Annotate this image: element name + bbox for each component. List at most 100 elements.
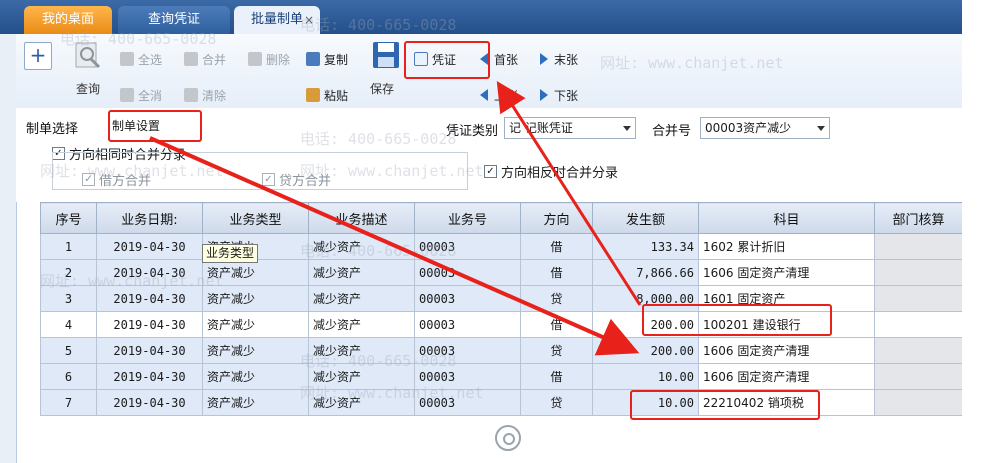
- debit-merge-checkbox[interactable]: ✓ 借方合并: [82, 170, 151, 189]
- cell-no[interactable]: 3: [40, 285, 97, 312]
- col-header-desc[interactable]: 业务描述: [308, 202, 415, 234]
- opposite-direction-merge-checkbox[interactable]: ✓ 方向相反时合并分录: [484, 162, 618, 181]
- cell-subject[interactable]: 1606 固定资产清理: [698, 259, 875, 286]
- cell-department[interactable]: [874, 363, 963, 390]
- table-row[interactable]: 7 2019-04-30 资产减少 减少资产 00003 贷 10.00 222…: [40, 389, 963, 416]
- cell-direction[interactable]: 借: [520, 259, 593, 286]
- col-header-direction[interactable]: 方向: [520, 202, 593, 234]
- credit-merge-checkbox[interactable]: ✓ 贷方合并: [262, 170, 331, 189]
- add-icon[interactable]: +: [24, 42, 52, 70]
- col-header-subject[interactable]: 科目: [698, 202, 875, 234]
- cell-date[interactable]: 2019-04-30: [96, 337, 203, 364]
- cell-type[interactable]: 资产减少: [202, 259, 309, 286]
- clear-button[interactable]: 清除: [184, 86, 226, 104]
- cell-subject[interactable]: 1606 固定资产清理: [698, 363, 875, 390]
- col-header-date[interactable]: 业务日期:: [96, 202, 203, 234]
- table-row[interactable]: 2 2019-04-30 资产减少 减少资产 00003 借 7,866.66 …: [40, 259, 963, 286]
- cell-date[interactable]: 2019-04-30: [96, 233, 203, 260]
- cell-department[interactable]: [874, 389, 963, 416]
- cell-date[interactable]: 2019-04-30: [96, 311, 203, 338]
- cell-direction[interactable]: 贷: [520, 285, 593, 312]
- cell-date[interactable]: 2019-04-30: [96, 363, 203, 390]
- cell-desc[interactable]: 减少资产: [308, 259, 415, 286]
- cell-no[interactable]: 6: [40, 363, 97, 390]
- cell-subject[interactable]: 1601 固定资产: [698, 285, 875, 312]
- cell-subject[interactable]: 1602 累计折旧: [698, 233, 875, 260]
- cell-direction[interactable]: 借: [520, 233, 593, 260]
- merge-button[interactable]: 合并: [184, 50, 226, 68]
- tab-query-voucher[interactable]: 查询凭证: [118, 6, 230, 34]
- cell-no[interactable]: 1: [40, 233, 97, 260]
- merge-no-select[interactable]: 00003资产减少: [700, 117, 830, 139]
- cell-amount[interactable]: 200.00: [592, 337, 699, 364]
- cell-date[interactable]: 2019-04-30: [96, 285, 203, 312]
- col-header-bizno[interactable]: 业务号: [414, 202, 521, 234]
- cell-amount[interactable]: 10.00: [592, 363, 699, 390]
- cell-no[interactable]: 7: [40, 389, 97, 416]
- cell-bizno[interactable]: 00003: [414, 233, 521, 260]
- voucher-button[interactable]: 凭证: [414, 50, 456, 68]
- cell-desc[interactable]: 减少资产: [308, 337, 415, 364]
- cell-bizno[interactable]: 00003: [414, 259, 521, 286]
- select-all-button[interactable]: 全选: [120, 50, 162, 68]
- col-header-department[interactable]: 部门核算: [874, 202, 963, 234]
- copy-button[interactable]: 复制: [306, 50, 348, 68]
- cell-amount[interactable]: 133.34: [592, 233, 699, 260]
- cell-department[interactable]: [874, 259, 963, 286]
- query-button[interactable]: 查询: [76, 80, 100, 97]
- cell-type[interactable]: 资产减少: [202, 389, 309, 416]
- cell-bizno[interactable]: 00003: [414, 311, 521, 338]
- table-row[interactable]: 5 2019-04-30 资产减少 减少资产 00003 贷 200.00 16…: [40, 337, 963, 364]
- cell-amount[interactable]: 7,866.66: [592, 259, 699, 286]
- table-row[interactable]: 6 2019-04-30 资产减少 减少资产 00003 借 10.00 160…: [40, 363, 963, 390]
- col-header-no[interactable]: 序号: [40, 202, 97, 234]
- cell-desc[interactable]: 减少资产: [308, 363, 415, 390]
- cell-department[interactable]: [874, 311, 963, 338]
- cell-type[interactable]: 资产减少: [202, 311, 309, 338]
- cell-bizno[interactable]: 00003: [414, 285, 521, 312]
- cell-subject[interactable]: 1606 固定资产清理: [698, 337, 875, 364]
- cell-department[interactable]: [874, 233, 963, 260]
- deselect-all-button[interactable]: 全消: [120, 86, 162, 104]
- cell-direction[interactable]: 借: [520, 311, 593, 338]
- tab-my-desktop[interactable]: 我的桌面: [24, 6, 112, 34]
- cell-no[interactable]: 2: [40, 259, 97, 286]
- voucher-type-select[interactable]: 记 记账凭证: [504, 117, 636, 139]
- tab-close-icon[interactable]: ×: [304, 13, 314, 27]
- cell-date[interactable]: 2019-04-30: [96, 259, 203, 286]
- cell-amount[interactable]: 200.00: [592, 311, 699, 338]
- cell-direction[interactable]: 借: [520, 363, 593, 390]
- paste-button[interactable]: 粘贴: [306, 86, 348, 104]
- save-button[interactable]: 保存: [370, 80, 394, 97]
- first-button[interactable]: 首张: [480, 50, 518, 68]
- cell-amount[interactable]: 10.00: [592, 389, 699, 416]
- cell-date[interactable]: 2019-04-30: [96, 389, 203, 416]
- query-magnifier-icon[interactable]: [72, 40, 104, 72]
- cell-desc[interactable]: 减少资产: [308, 389, 415, 416]
- cell-type[interactable]: 资产减少: [202, 363, 309, 390]
- cell-bizno[interactable]: 00003: [414, 389, 521, 416]
- cell-direction[interactable]: 贷: [520, 389, 593, 416]
- cell-direction[interactable]: 贷: [520, 337, 593, 364]
- cell-subject[interactable]: 22210402 销项税: [698, 389, 875, 416]
- cell-department[interactable]: [874, 337, 963, 364]
- cell-bizno[interactable]: 00003: [414, 337, 521, 364]
- cell-no[interactable]: 5: [40, 337, 97, 364]
- table-row-selected[interactable]: 4 2019-04-30 资产减少 减少资产 00003 借 200.00 10…: [40, 311, 963, 338]
- cell-type[interactable]: 资产减少: [202, 337, 309, 364]
- cell-no[interactable]: 4: [40, 311, 97, 338]
- table-row[interactable]: 1 2019-04-30 资产减少 减少资产 00003 借 133.34 16…: [40, 233, 963, 260]
- cell-desc[interactable]: 减少资产: [308, 311, 415, 338]
- table-row[interactable]: 3 2019-04-30 资产减少 减少资产 00003 贷 8,000.00 …: [40, 285, 963, 312]
- cell-type[interactable]: 资产减少: [202, 285, 309, 312]
- col-header-amount[interactable]: 发生额: [592, 202, 699, 234]
- cell-department[interactable]: [874, 285, 963, 312]
- last-button[interactable]: 末张: [540, 50, 578, 68]
- cell-bizno[interactable]: 00003: [414, 363, 521, 390]
- make-settings-input[interactable]: 制单设置: [108, 116, 200, 136]
- save-floppy-icon[interactable]: [370, 39, 402, 71]
- next-button[interactable]: 下张: [540, 86, 578, 104]
- delete-button[interactable]: 删除: [248, 50, 290, 68]
- col-header-type[interactable]: 业务类型: [202, 202, 309, 234]
- prev-button[interactable]: 上张: [480, 86, 518, 104]
